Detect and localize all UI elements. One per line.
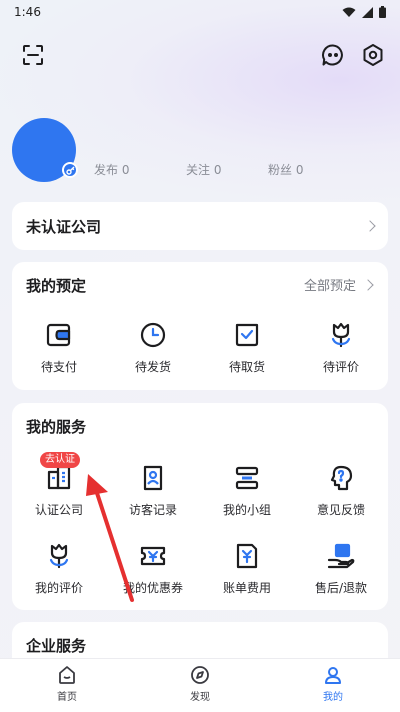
message-button[interactable] bbox=[318, 40, 348, 70]
service-item-label: 我的评价 bbox=[34, 581, 83, 595]
service-item-label: 认证公司 bbox=[34, 503, 83, 517]
visitor-record-icon bbox=[143, 465, 163, 491]
reservation-item-label: 待支付 bbox=[40, 360, 77, 374]
all-reservations-link[interactable]: 全部预定 bbox=[303, 275, 374, 294]
tab-home-label: 首页 bbox=[57, 692, 77, 703]
profile-section: 发布 0 关注 0 粉丝 0 bbox=[12, 118, 392, 188]
service-item-label: 访客记录 bbox=[128, 503, 177, 517]
services-title: 我的服务 bbox=[26, 418, 87, 436]
reservation-item-pending-shipment[interactable]: 待发货 bbox=[106, 318, 200, 378]
chat-bubble-icon bbox=[322, 44, 343, 66]
bill-icon bbox=[236, 543, 258, 569]
service-item-my-group[interactable]: 我的小组 bbox=[200, 461, 294, 521]
reservation-item-pending-pickup[interactable]: 待取货 bbox=[200, 318, 294, 378]
status-time: 1:46 bbox=[14, 5, 41, 19]
service-item-feedback[interactable]: 意见反馈 bbox=[294, 461, 388, 521]
scan-button[interactable] bbox=[18, 40, 48, 70]
wallet-icon bbox=[46, 323, 71, 347]
all-reservations-label: 全部预定 bbox=[303, 279, 356, 294]
service-item-label: 售后/退款 bbox=[314, 581, 368, 595]
home-icon bbox=[59, 666, 75, 684]
reservations-card: 我的预定 全部预定 待支付 待发货 待取货 待评价 bbox=[12, 262, 388, 390]
following-count[interactable]: 关注 0 bbox=[186, 161, 221, 178]
company-label: 未认证公司 bbox=[26, 217, 102, 236]
service-item-visitor-records[interactable]: 访客记录 bbox=[106, 461, 200, 521]
refund-icon bbox=[327, 543, 355, 569]
service-item-label: 账单费用 bbox=[222, 581, 271, 595]
service-item-my-coupons[interactable]: 我的优惠券 bbox=[106, 539, 200, 599]
review-icon bbox=[49, 543, 69, 569]
fans-count[interactable]: 粉丝 0 bbox=[268, 161, 303, 178]
posts-count[interactable]: 发布 0 bbox=[94, 161, 129, 178]
tab-discover[interactable]: 发现 bbox=[160, 665, 240, 703]
reservation-item-label: 待取货 bbox=[228, 360, 265, 374]
reservation-item-label: 待评价 bbox=[322, 360, 359, 374]
enterprise-title: 企业服务 bbox=[26, 637, 87, 655]
company-card[interactable]: 未认证公司 bbox=[12, 202, 388, 250]
tab-home[interactable]: 首页 bbox=[27, 665, 107, 703]
service-item-after-sales-refund[interactable]: 售后/退款 bbox=[294, 539, 388, 599]
wifi-icon bbox=[342, 7, 356, 17]
status-bar: 1:46 bbox=[0, 0, 400, 24]
profile-icon bbox=[325, 667, 341, 684]
building-icon bbox=[47, 465, 71, 490]
reservation-item-pending-payment[interactable]: 待支付 bbox=[12, 318, 106, 378]
battery-icon bbox=[379, 6, 386, 18]
reservations-title: 我的预定 bbox=[26, 277, 87, 295]
chevron-right-icon bbox=[364, 220, 376, 232]
check-box-icon bbox=[235, 323, 259, 347]
coupon-icon bbox=[140, 546, 166, 566]
group-icon bbox=[235, 466, 259, 490]
feedback-icon bbox=[330, 465, 353, 491]
tab-mine-label: 我的 bbox=[323, 692, 343, 703]
service-item-bills[interactable]: 账单费用 bbox=[200, 539, 294, 599]
tab-discover-label: 发现 bbox=[190, 692, 210, 703]
key-icon bbox=[65, 166, 74, 175]
status-icons bbox=[342, 6, 386, 18]
verify-badge[interactable]: 去认证 bbox=[40, 452, 80, 468]
service-item-label: 我的小组 bbox=[222, 503, 271, 517]
services-card: 我的服务 认证公司 访客记录 我的小组 意见反馈 我的评价 我的优惠券 账单费用… bbox=[12, 403, 388, 610]
service-item-label: 意见反馈 bbox=[316, 503, 365, 517]
tab-mine[interactable]: 我的 bbox=[293, 665, 373, 703]
service-item-label: 我的优惠券 bbox=[122, 581, 183, 595]
reservation-item-label: 待发货 bbox=[134, 360, 171, 374]
signal-icon bbox=[362, 6, 373, 18]
settings-button[interactable] bbox=[358, 40, 388, 70]
service-item-verify-company[interactable]: 认证公司 bbox=[12, 461, 106, 521]
flower-icon bbox=[331, 322, 351, 348]
chevron-right-icon bbox=[362, 278, 374, 291]
clock-icon bbox=[140, 322, 166, 348]
bottom-tab-bar: 首页 发现 我的 bbox=[0, 658, 400, 712]
avatar-edit-badge[interactable] bbox=[62, 162, 78, 178]
scan-icon bbox=[23, 45, 43, 65]
gear-icon bbox=[363, 44, 383, 66]
compass-icon bbox=[191, 666, 209, 684]
reservation-item-pending-review[interactable]: 待评价 bbox=[294, 318, 388, 378]
service-item-my-reviews[interactable]: 我的评价 bbox=[12, 539, 106, 599]
header-actions bbox=[0, 40, 400, 72]
